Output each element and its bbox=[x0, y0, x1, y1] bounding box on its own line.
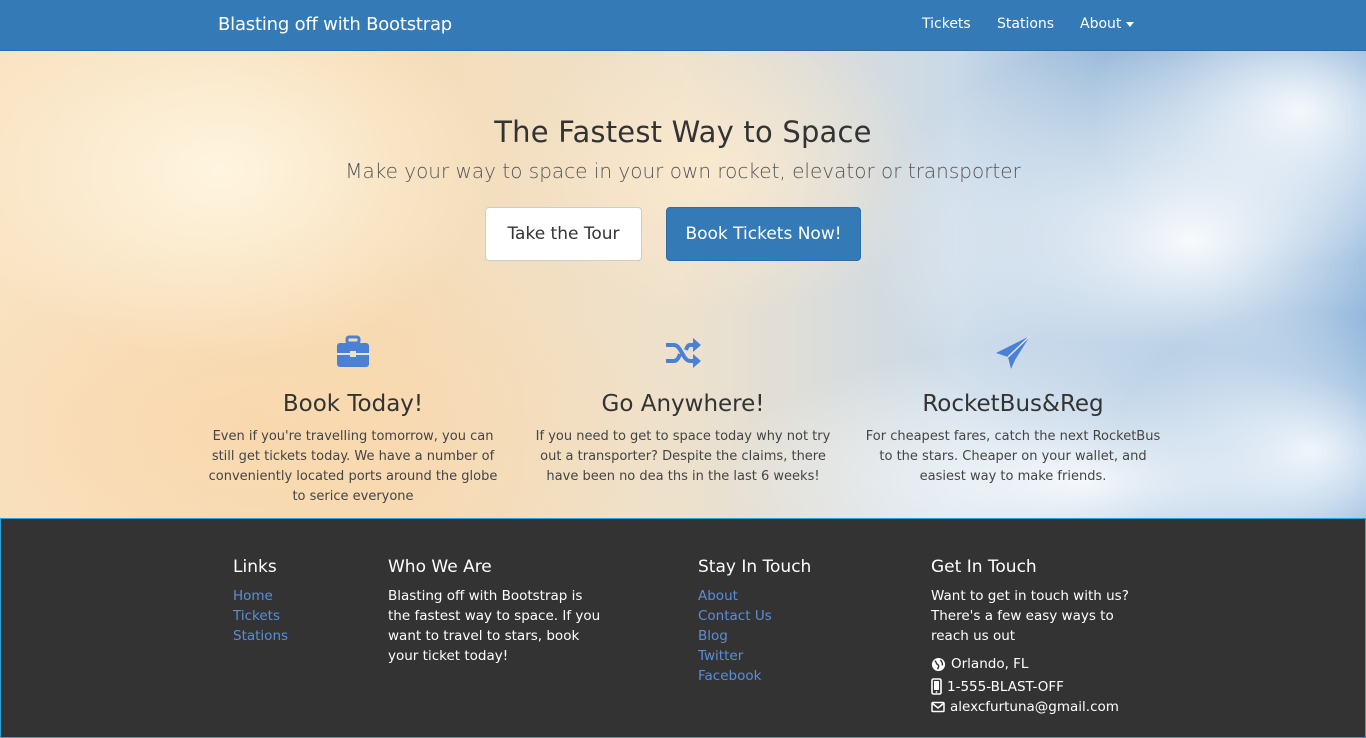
feature-text: Even if you're travelling tomorrow, you … bbox=[208, 429, 498, 504]
footer-get-text: Want to get in touch with us? There's a … bbox=[931, 588, 1129, 644]
footer: Links Home Tickets Stations Who We Are B… bbox=[0, 518, 1366, 738]
paper-plane-icon bbox=[996, 335, 1031, 369]
phone-text: 1-555-BLAST-OFF bbox=[947, 678, 1064, 695]
footer-link-contact-us[interactable]: Contact Us bbox=[698, 606, 811, 626]
hero-section: The Fastest Way to Space Make your way t… bbox=[0, 51, 1366, 518]
contact-location: Orlando, FL bbox=[931, 656, 1131, 672]
feature-text: If you need to get to space today why no… bbox=[535, 429, 831, 484]
feature-title: RocketBus&Reg bbox=[922, 391, 1104, 417]
footer-get-column: Get In Touch Want to get in touch with u… bbox=[931, 557, 1131, 715]
footer-link-twitter[interactable]: Twitter bbox=[698, 646, 811, 666]
feature-go-anywhere: Go Anywhere! If you need to get to space… bbox=[533, 333, 833, 487]
take-tour-button[interactable]: Take the Tour bbox=[485, 207, 642, 261]
email-text: alexcfurtuna@gmail.com bbox=[950, 699, 1119, 715]
footer-link-facebook[interactable]: Facebook bbox=[698, 666, 811, 686]
feature-title: Go Anywhere! bbox=[601, 391, 765, 417]
envelope-icon bbox=[931, 701, 945, 713]
footer-links-column: Links Home Tickets Stations bbox=[233, 557, 288, 646]
footer-link-tickets[interactable]: Tickets bbox=[233, 606, 288, 626]
location-text: Orlando, FL bbox=[951, 656, 1029, 672]
hero-subtitle: Make your way to space in your own rocke… bbox=[345, 159, 1021, 183]
footer-heading: Links bbox=[233, 557, 277, 577]
nav-link-tickets[interactable]: Tickets bbox=[922, 16, 971, 32]
globe-icon bbox=[931, 657, 946, 671]
briefcase-icon bbox=[337, 335, 369, 367]
book-tickets-button[interactable]: Book Tickets Now! bbox=[666, 207, 861, 261]
feature-text: For cheapest fares, catch the next Rocke… bbox=[865, 429, 1161, 484]
feature-book-today: Book Today! Even if you're travelling to… bbox=[203, 333, 503, 507]
contact-email: alexcfurtuna@gmail.com bbox=[931, 699, 1131, 715]
nav-link-stations[interactable]: Stations bbox=[997, 16, 1054, 32]
footer-link-home[interactable]: Home bbox=[233, 586, 288, 606]
brand-link[interactable]: Blasting off with Bootstrap bbox=[218, 14, 452, 35]
feature-rocketbus: RocketBus&Reg For cheapest fares, catch … bbox=[863, 333, 1163, 487]
navbar: Blasting off with Bootstrap Tickets Stat… bbox=[0, 0, 1366, 51]
footer-who-text: Blasting off with Bootstrap is the faste… bbox=[388, 588, 601, 664]
footer-who-column: Who We Are Blasting off with Bootstrap i… bbox=[388, 557, 603, 666]
nav-link-about-label: About bbox=[1080, 16, 1122, 32]
footer-heading: Get In Touch bbox=[931, 557, 1037, 577]
footer-stay-column: Stay In Touch About Contact Us Blog Twit… bbox=[698, 557, 811, 686]
footer-link-about[interactable]: About bbox=[698, 586, 811, 606]
contact-phone: 1-555-BLAST-OFF bbox=[931, 678, 1131, 695]
shuffle-icon bbox=[666, 338, 701, 368]
mobile-phone-icon bbox=[931, 678, 942, 695]
footer-heading: Who We Are bbox=[388, 557, 492, 577]
nav-dropdown-about[interactable]: About bbox=[1080, 16, 1135, 32]
footer-link-stations[interactable]: Stations bbox=[233, 626, 288, 646]
feature-title: Book Today! bbox=[282, 391, 424, 417]
footer-heading: Stay In Touch bbox=[698, 557, 812, 577]
hero-title: The Fastest Way to Space bbox=[494, 115, 872, 149]
footer-link-blog[interactable]: Blog bbox=[698, 626, 811, 646]
caret-down-icon bbox=[1126, 21, 1135, 27]
